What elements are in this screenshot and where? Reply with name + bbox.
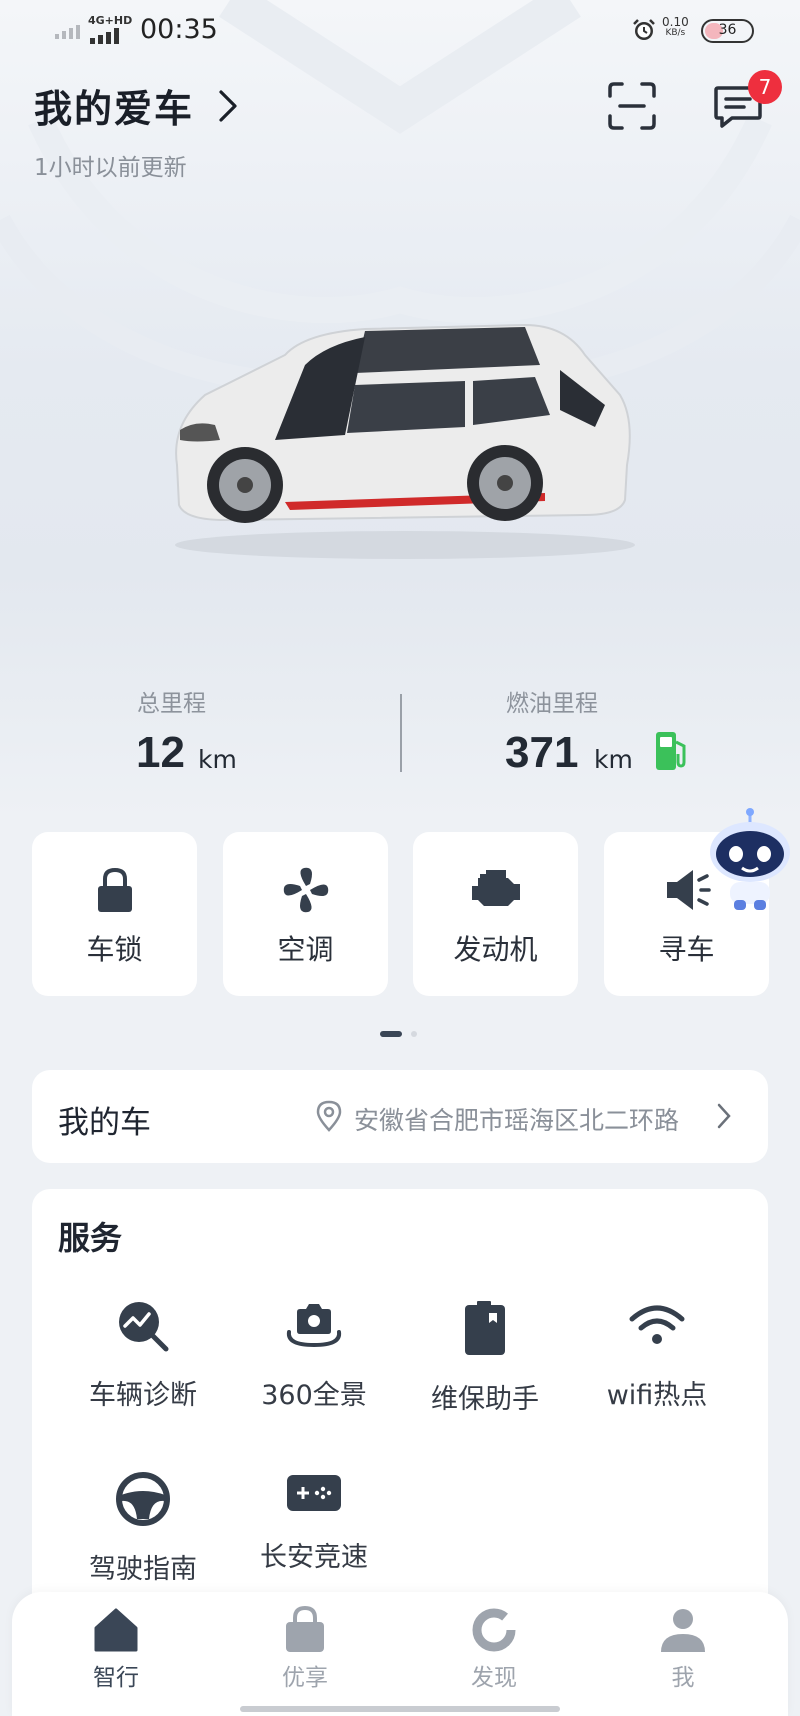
profile-icon	[661, 1609, 705, 1652]
net-speed: 0.10 KB/s	[662, 15, 689, 39]
control-lock-label: 车锁	[86, 933, 143, 966]
service-driving-guide[interactable]: 驾驶指南	[58, 1471, 228, 1586]
nav-item-me[interactable]: 我	[623, 1606, 743, 1692]
nav-item-enjoy[interactable]: 优享	[245, 1606, 365, 1692]
update-time: 1小时以前更新	[34, 155, 187, 181]
service-label: wifi热点	[606, 1380, 708, 1411]
nav-label: 智行	[93, 1665, 139, 1691]
diagnosis-icon	[119, 1302, 169, 1352]
service-label: 360全景	[261, 1380, 367, 1411]
my-car-location-card[interactable]: 我的车 安徽省合肥市瑶海区北二环路	[32, 1070, 768, 1163]
panorama-camera-icon	[286, 1304, 342, 1348]
nav-label: 发现	[471, 1665, 517, 1691]
total-mileage-value: 12	[136, 728, 185, 777]
fan-icon	[283, 867, 328, 913]
message-count-badge: 7	[748, 70, 782, 104]
control-ac[interactable]: 空调	[223, 832, 388, 996]
home-icon	[94, 1608, 138, 1652]
car-title-link[interactable]: 我的爱车	[34, 78, 238, 133]
services-title: 服务	[58, 1219, 123, 1257]
my-car-title: 我的车	[58, 1105, 151, 1141]
home-indicator[interactable]	[240, 1706, 560, 1712]
network-type: 4G+HD	[88, 14, 133, 27]
maintenance-icon	[465, 1301, 505, 1355]
horn-icon	[666, 870, 711, 910]
engine-icon	[471, 870, 520, 906]
mileage-divider	[400, 694, 402, 772]
car-location-text: 安徽省合肥市瑶海区北二环路	[354, 1106, 680, 1135]
gamepad-icon	[287, 1475, 341, 1511]
lock-icon	[97, 867, 132, 912]
total-mileage-label: 总里程	[137, 691, 206, 717]
signal-weak-icon	[55, 25, 80, 39]
service-360-view[interactable]: 360全景	[229, 1299, 399, 1412]
assistant-robot-icon[interactable]	[708, 808, 792, 912]
nav-item-smart-travel[interactable]: 智行	[56, 1606, 176, 1692]
nav-item-discover[interactable]: 发现	[434, 1606, 554, 1692]
fuel-pump-icon	[656, 732, 686, 770]
net-speed-value: 0.10	[662, 15, 689, 29]
clock: 00:35	[140, 14, 218, 45]
wifi-icon	[629, 1305, 685, 1344]
fuel-range-label: 燃油里程	[506, 691, 598, 717]
control-lock[interactable]: 车锁	[32, 832, 197, 996]
nav-label: 我	[671, 1665, 695, 1691]
nav-label: 优享	[282, 1665, 328, 1691]
control-ac-label: 空调	[277, 933, 334, 966]
alarm-icon	[633, 19, 655, 40]
signal-strong-icon	[90, 28, 119, 44]
steering-wheel-icon	[116, 1472, 170, 1526]
status-bar: 4G+HD 00:35 0.10 KB/s 36	[0, 0, 800, 60]
battery-percent: 36	[718, 22, 737, 38]
services-card: 服务 车辆诊断 360全景 维保助手 wifi热点 驾驶指南 长安竞速	[32, 1189, 768, 1649]
pager-dot	[411, 1031, 417, 1037]
service-label: 驾驶指南	[89, 1554, 197, 1585]
bottom-nav: 智行 优享 发现 我	[12, 1592, 788, 1716]
service-changan-racing[interactable]: 长安竞速	[229, 1471, 399, 1574]
page-title: 我的爱车	[34, 87, 195, 131]
battery-icon: 36	[701, 19, 754, 43]
service-label: 维保助手	[431, 1384, 539, 1415]
discover-icon	[472, 1608, 516, 1652]
location-pin-icon	[316, 1100, 342, 1132]
chevron-right-icon	[717, 1103, 731, 1129]
scan-icon[interactable]	[606, 80, 658, 132]
pager-dot-active	[380, 1031, 402, 1037]
service-vehicle-diagnosis[interactable]: 车辆诊断	[58, 1299, 228, 1412]
fuel-range-unit: km	[594, 745, 633, 774]
control-engine-label: 发动机	[453, 933, 538, 966]
service-maintenance[interactable]: 维保助手	[400, 1299, 570, 1416]
service-label: 长安竞速	[260, 1542, 368, 1573]
bag-icon	[286, 1606, 324, 1652]
carousel-pager	[380, 1031, 417, 1037]
service-wifi-hotspot[interactable]: wifi热点	[572, 1299, 742, 1412]
total-mileage-unit: km	[198, 745, 237, 774]
control-engine[interactable]: 发动机	[413, 832, 578, 996]
control-find-car-label: 寻车	[658, 933, 715, 966]
chevron-right-icon	[219, 89, 237, 122]
fuel-range-value: 371	[505, 728, 579, 777]
net-speed-unit: KB/s	[665, 28, 686, 38]
service-label: 车辆诊断	[89, 1380, 197, 1411]
car-image[interactable]	[165, 315, 645, 565]
